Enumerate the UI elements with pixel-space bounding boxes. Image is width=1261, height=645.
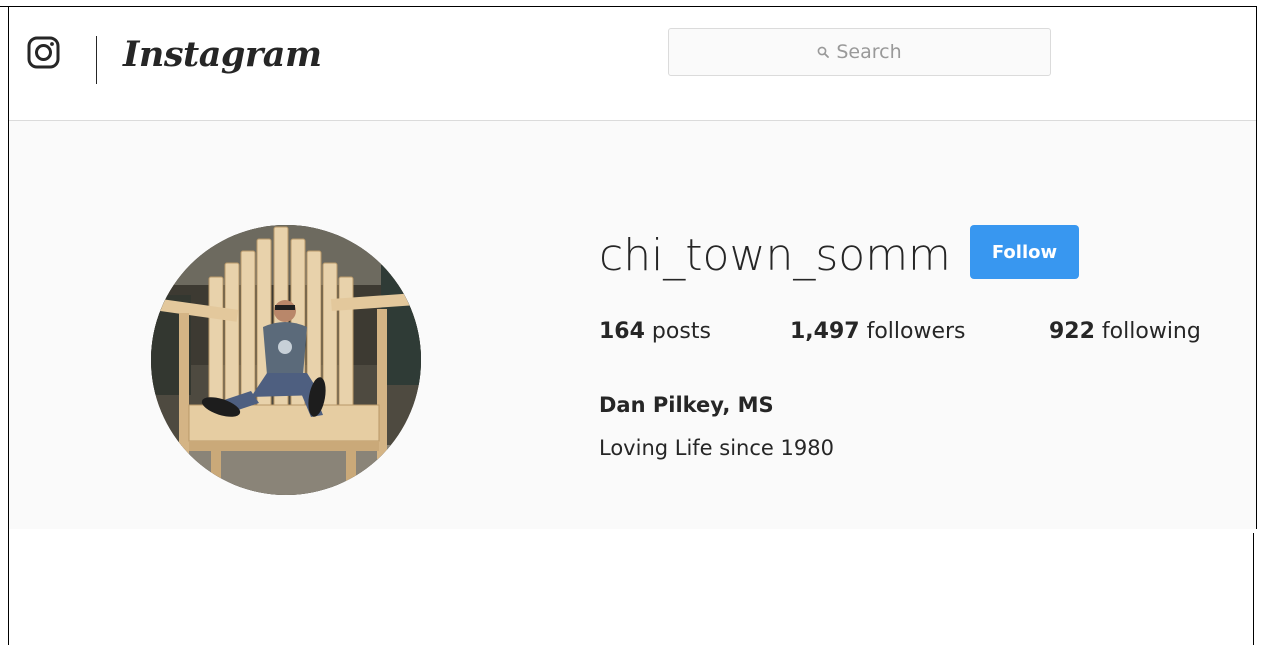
posts-count: 164 posts xyxy=(599,314,711,350)
frame-border-right-lower xyxy=(1253,533,1254,645)
followers-label: followers xyxy=(859,319,966,344)
profile-username: chi_town_somm xyxy=(599,230,951,281)
search-placeholder: Search xyxy=(836,41,902,63)
following-number: 922 xyxy=(1049,319,1095,344)
following-label: following xyxy=(1094,319,1201,344)
followers-link[interactable]: 1,497 followers xyxy=(790,314,966,350)
following-link[interactable]: 922 following xyxy=(1049,314,1201,350)
top-nav-bar: Instagram Search xyxy=(9,7,1256,120)
frame-border-top xyxy=(0,6,1256,7)
search-icon xyxy=(817,46,830,58)
profile-header: chi_town_somm Follow 164 posts 1,497 fol… xyxy=(9,121,1256,529)
avatar[interactable] xyxy=(151,225,421,495)
posts-label: posts xyxy=(644,319,711,344)
avatar-photo xyxy=(151,225,421,495)
follow-button[interactable]: Follow xyxy=(970,225,1079,279)
search-input[interactable]: Search xyxy=(668,28,1051,76)
profile-full-name: Dan Pilkey, MS xyxy=(599,393,774,417)
instagram-wordmark[interactable]: Instagram xyxy=(123,25,322,85)
instagram-camera-icon[interactable] xyxy=(27,36,60,69)
profile-bio: Loving Life since 1980 xyxy=(599,436,834,460)
posts-number: 164 xyxy=(599,319,645,344)
followers-number: 1,497 xyxy=(790,319,860,344)
page-frame: Instagram Search chi_town_somm Follow 16… xyxy=(0,0,1261,645)
frame-border-left xyxy=(8,6,9,645)
logo-divider xyxy=(96,36,97,84)
frame-border-right xyxy=(1256,6,1257,529)
